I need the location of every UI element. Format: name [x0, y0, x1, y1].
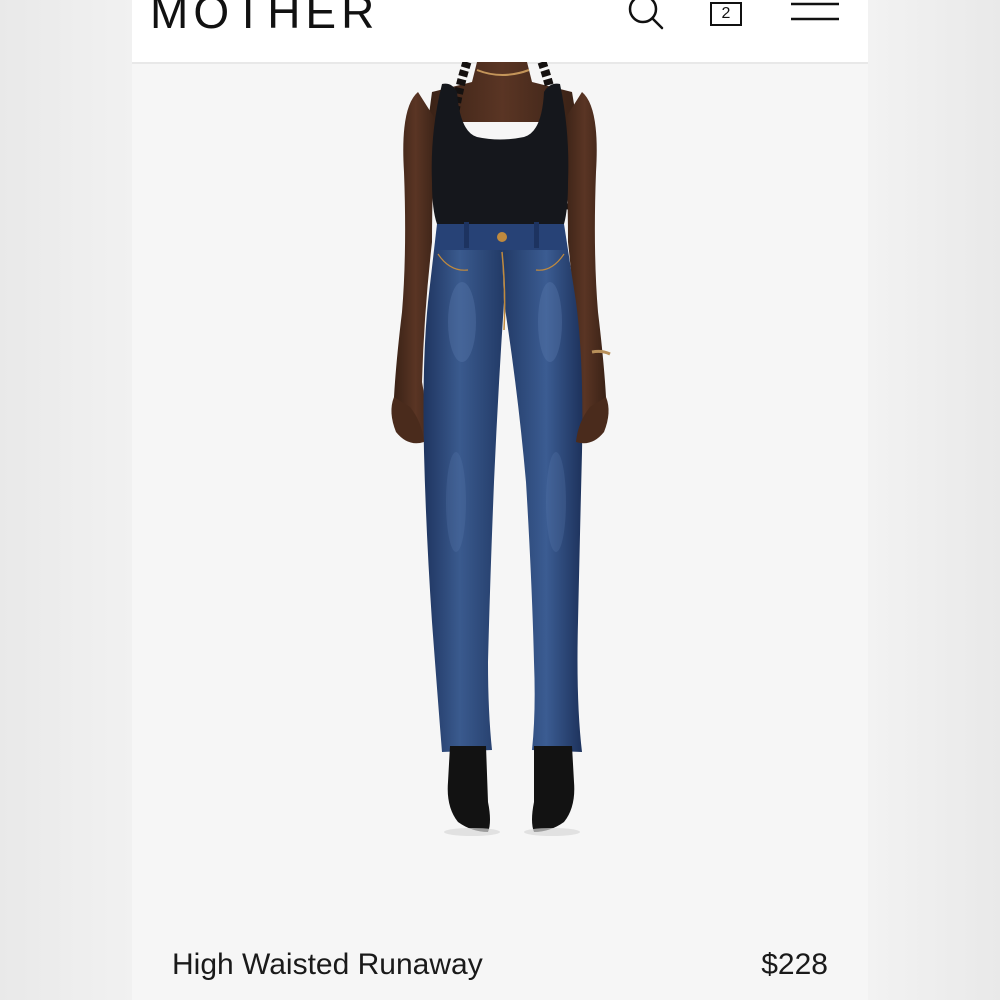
product-price: $228: [761, 948, 828, 981]
phone-screen: MOTHER 2 High Waisted Runaway $228: [132, 0, 868, 1000]
model-wearing-jeans-photo: [391, 60, 611, 836]
brand-logo[interactable]: MOTHER: [150, 0, 379, 36]
cart-icon: 2: [710, 2, 742, 26]
menu-button[interactable]: [788, 0, 842, 32]
product-info: High Waisted Runaway $228: [132, 930, 868, 1000]
site-header: MOTHER 2: [132, 0, 868, 62]
product-name[interactable]: High Waisted Runaway: [172, 948, 483, 982]
product-image[interactable]: [132, 60, 868, 922]
search-icon: [628, 0, 664, 30]
hamburger-menu-icon: [791, 2, 839, 21]
cart-button[interactable]: 2: [706, 0, 746, 34]
search-button[interactable]: [624, 0, 668, 32]
cart-count: 2: [721, 5, 731, 22]
blurred-edge-right: [868, 0, 1000, 1000]
blurred-edge-left: [0, 0, 132, 1000]
